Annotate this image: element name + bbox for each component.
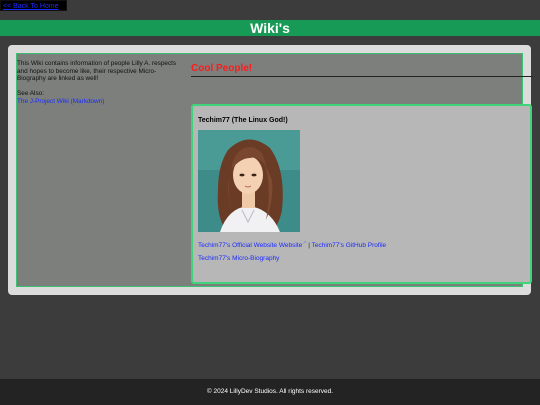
portrait-image <box>198 130 300 232</box>
back-to-home-button[interactable]: << Back To Home <box>0 0 67 11</box>
section-divider <box>191 76 533 77</box>
page-title: Wiki's <box>0 20 540 36</box>
github-profile-link[interactable]: Techim77's GitHub Profile <box>312 242 387 249</box>
profile-links: Techim77's Official Website Website↗ | T… <box>198 240 386 249</box>
person-card: Techim77 (The Linux God!) Techim77's Off… <box>191 104 532 284</box>
section-title: Cool People! <box>191 63 253 74</box>
official-website-link[interactable]: Techim77's Official Website Website <box>198 242 302 249</box>
person-name: Techim77 (The Linux God!) <box>198 117 288 124</box>
content-frame: This Wiki contains information of people… <box>8 45 533 295</box>
content-panel: This Wiki contains information of people… <box>16 53 533 287</box>
main-column: Cool People! Techim77 (The Linux God!) T… <box>191 54 533 286</box>
footer-copyright: © 2024 LillyDev Studios. All rights rese… <box>0 379 540 405</box>
j-project-wiki-link[interactable]: The J-Project Wiki (Markdown) <box>17 98 104 105</box>
sidebar-intro-text: This Wiki contains information of people… <box>17 60 177 83</box>
sidebar: This Wiki contains information of people… <box>17 60 177 105</box>
see-also-label: See Also: <box>17 90 45 98</box>
micro-biography-link[interactable]: Techim77's Micro-Biography <box>198 255 279 262</box>
